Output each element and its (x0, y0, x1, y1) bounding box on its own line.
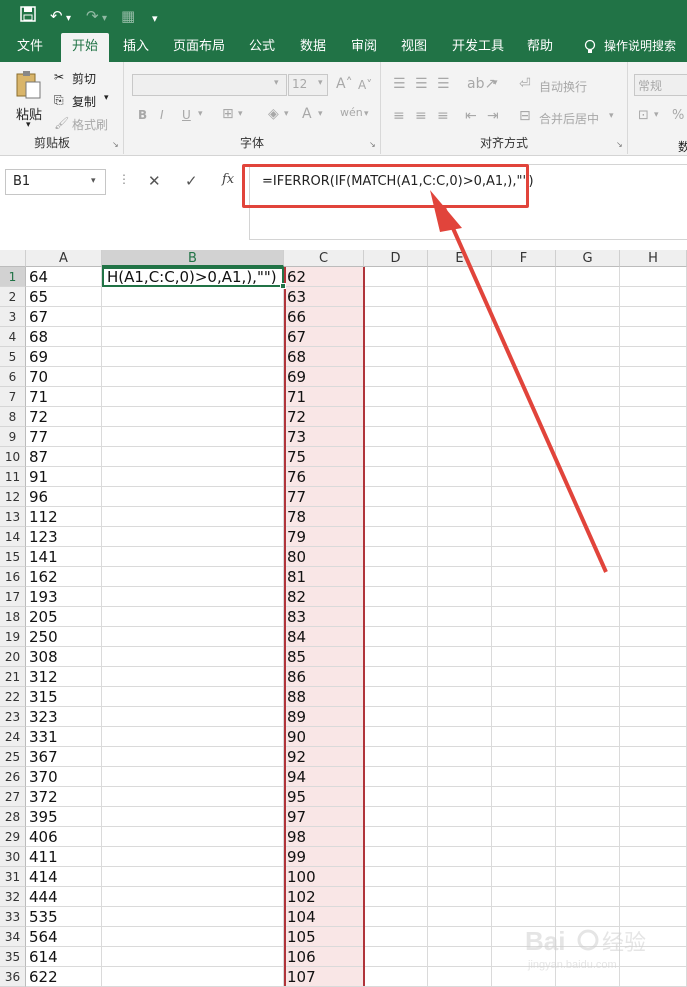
fill-handle[interactable] (280, 283, 286, 289)
svg-text:经验: 经验 (602, 931, 646, 956)
annotation-arrow-line (442, 207, 608, 573)
active-cell-b1[interactable]: H(A1,C:C,0)>0,A1,),"") (102, 267, 284, 287)
svg-text:jingyan.baidu.com: jingyan.baidu.com (527, 959, 617, 971)
annotation-arrow-head (430, 190, 462, 232)
baidu-logo-icon: Bai 经验 jingyan.baidu.com (525, 926, 646, 971)
baidu-watermark: Bai 经验 jingyan.baidu.com (520, 920, 680, 984)
annotation-arrow-svg (430, 190, 608, 573)
svg-text:Bai: Bai (525, 926, 565, 956)
